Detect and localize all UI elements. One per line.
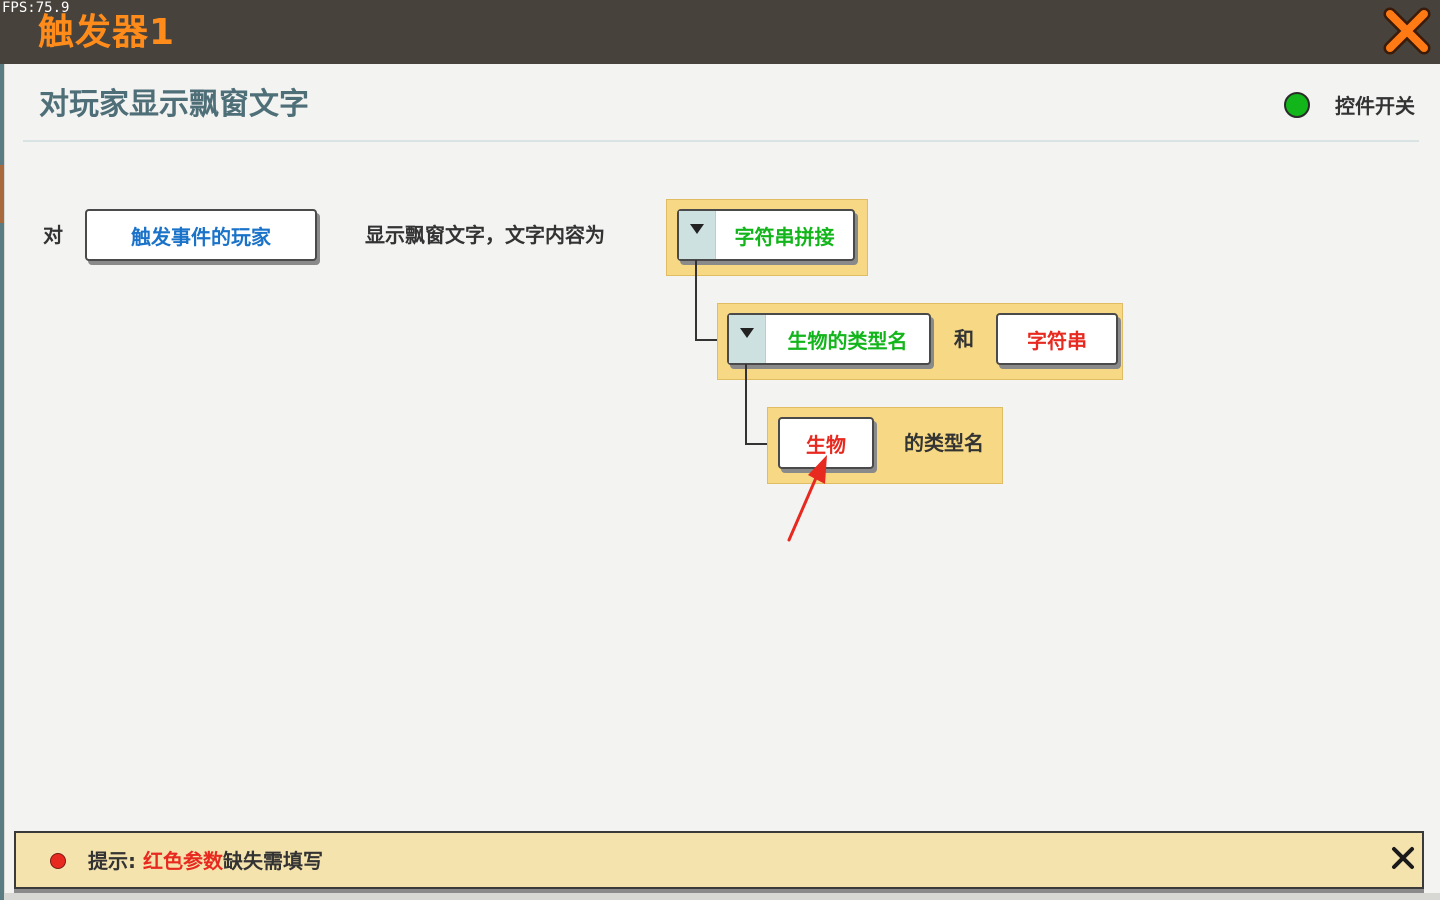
panel-title: 对玩家显示飘窗文字: [39, 87, 309, 122]
close-icon: [1392, 847, 1414, 869]
triangle-down-icon: [690, 224, 704, 234]
triangle-down-icon: [740, 328, 754, 338]
widget-switch-toggle[interactable]: [1284, 92, 1310, 118]
dropdown-toggle[interactable]: [679, 211, 716, 259]
hint-prefix: 提示:: [88, 849, 136, 873]
hint-bar: 提示: 红色参数缺失需填写: [14, 831, 1424, 889]
target-player-button[interactable]: 触发事件的玩家: [85, 209, 317, 261]
concat-dropdown[interactable]: 字符串拼接: [677, 209, 855, 261]
hint-status-dot: [50, 853, 66, 869]
close-icon: [1383, 7, 1431, 55]
close-button[interactable]: [1382, 6, 1432, 56]
red-arrow-icon: [787, 455, 827, 542]
hint-close-button[interactable]: [1388, 843, 1418, 873]
bottom-edge-strip: [4, 893, 1440, 900]
title-bar: FPS:75.9 触发器1: [0, 0, 1440, 64]
dropdown-toggle[interactable]: [729, 315, 766, 363]
hint-text: 提示: 红色参数缺失需填写: [88, 847, 323, 875]
string-param-button[interactable]: 字符串: [996, 313, 1118, 365]
type-name-dropdown-label: 生物的类型名: [787, 328, 908, 353]
widget-switch-label: 控件开关: [1335, 94, 1415, 118]
rule-middle-text: 显示飘窗文字，文字内容为: [365, 223, 605, 247]
window-title: 触发器1: [38, 12, 176, 53]
main-panel: 对玩家显示飘窗文字 控件开关 对 触发事件的玩家 显示飘窗文字，文字内容为 字符…: [4, 64, 1440, 900]
hint-suffix: 缺失需填写: [222, 849, 323, 873]
concat-dropdown-label: 字符串拼接: [734, 224, 835, 249]
rule-prefix-text: 对: [43, 223, 63, 247]
and-text: 和: [954, 327, 974, 351]
type-name-dropdown[interactable]: 生物的类型名: [727, 313, 931, 365]
hint-red-part: 红色参数: [142, 849, 223, 873]
type-name-suffix-text: 的类型名: [904, 431, 984, 455]
header-divider: [23, 140, 1419, 142]
